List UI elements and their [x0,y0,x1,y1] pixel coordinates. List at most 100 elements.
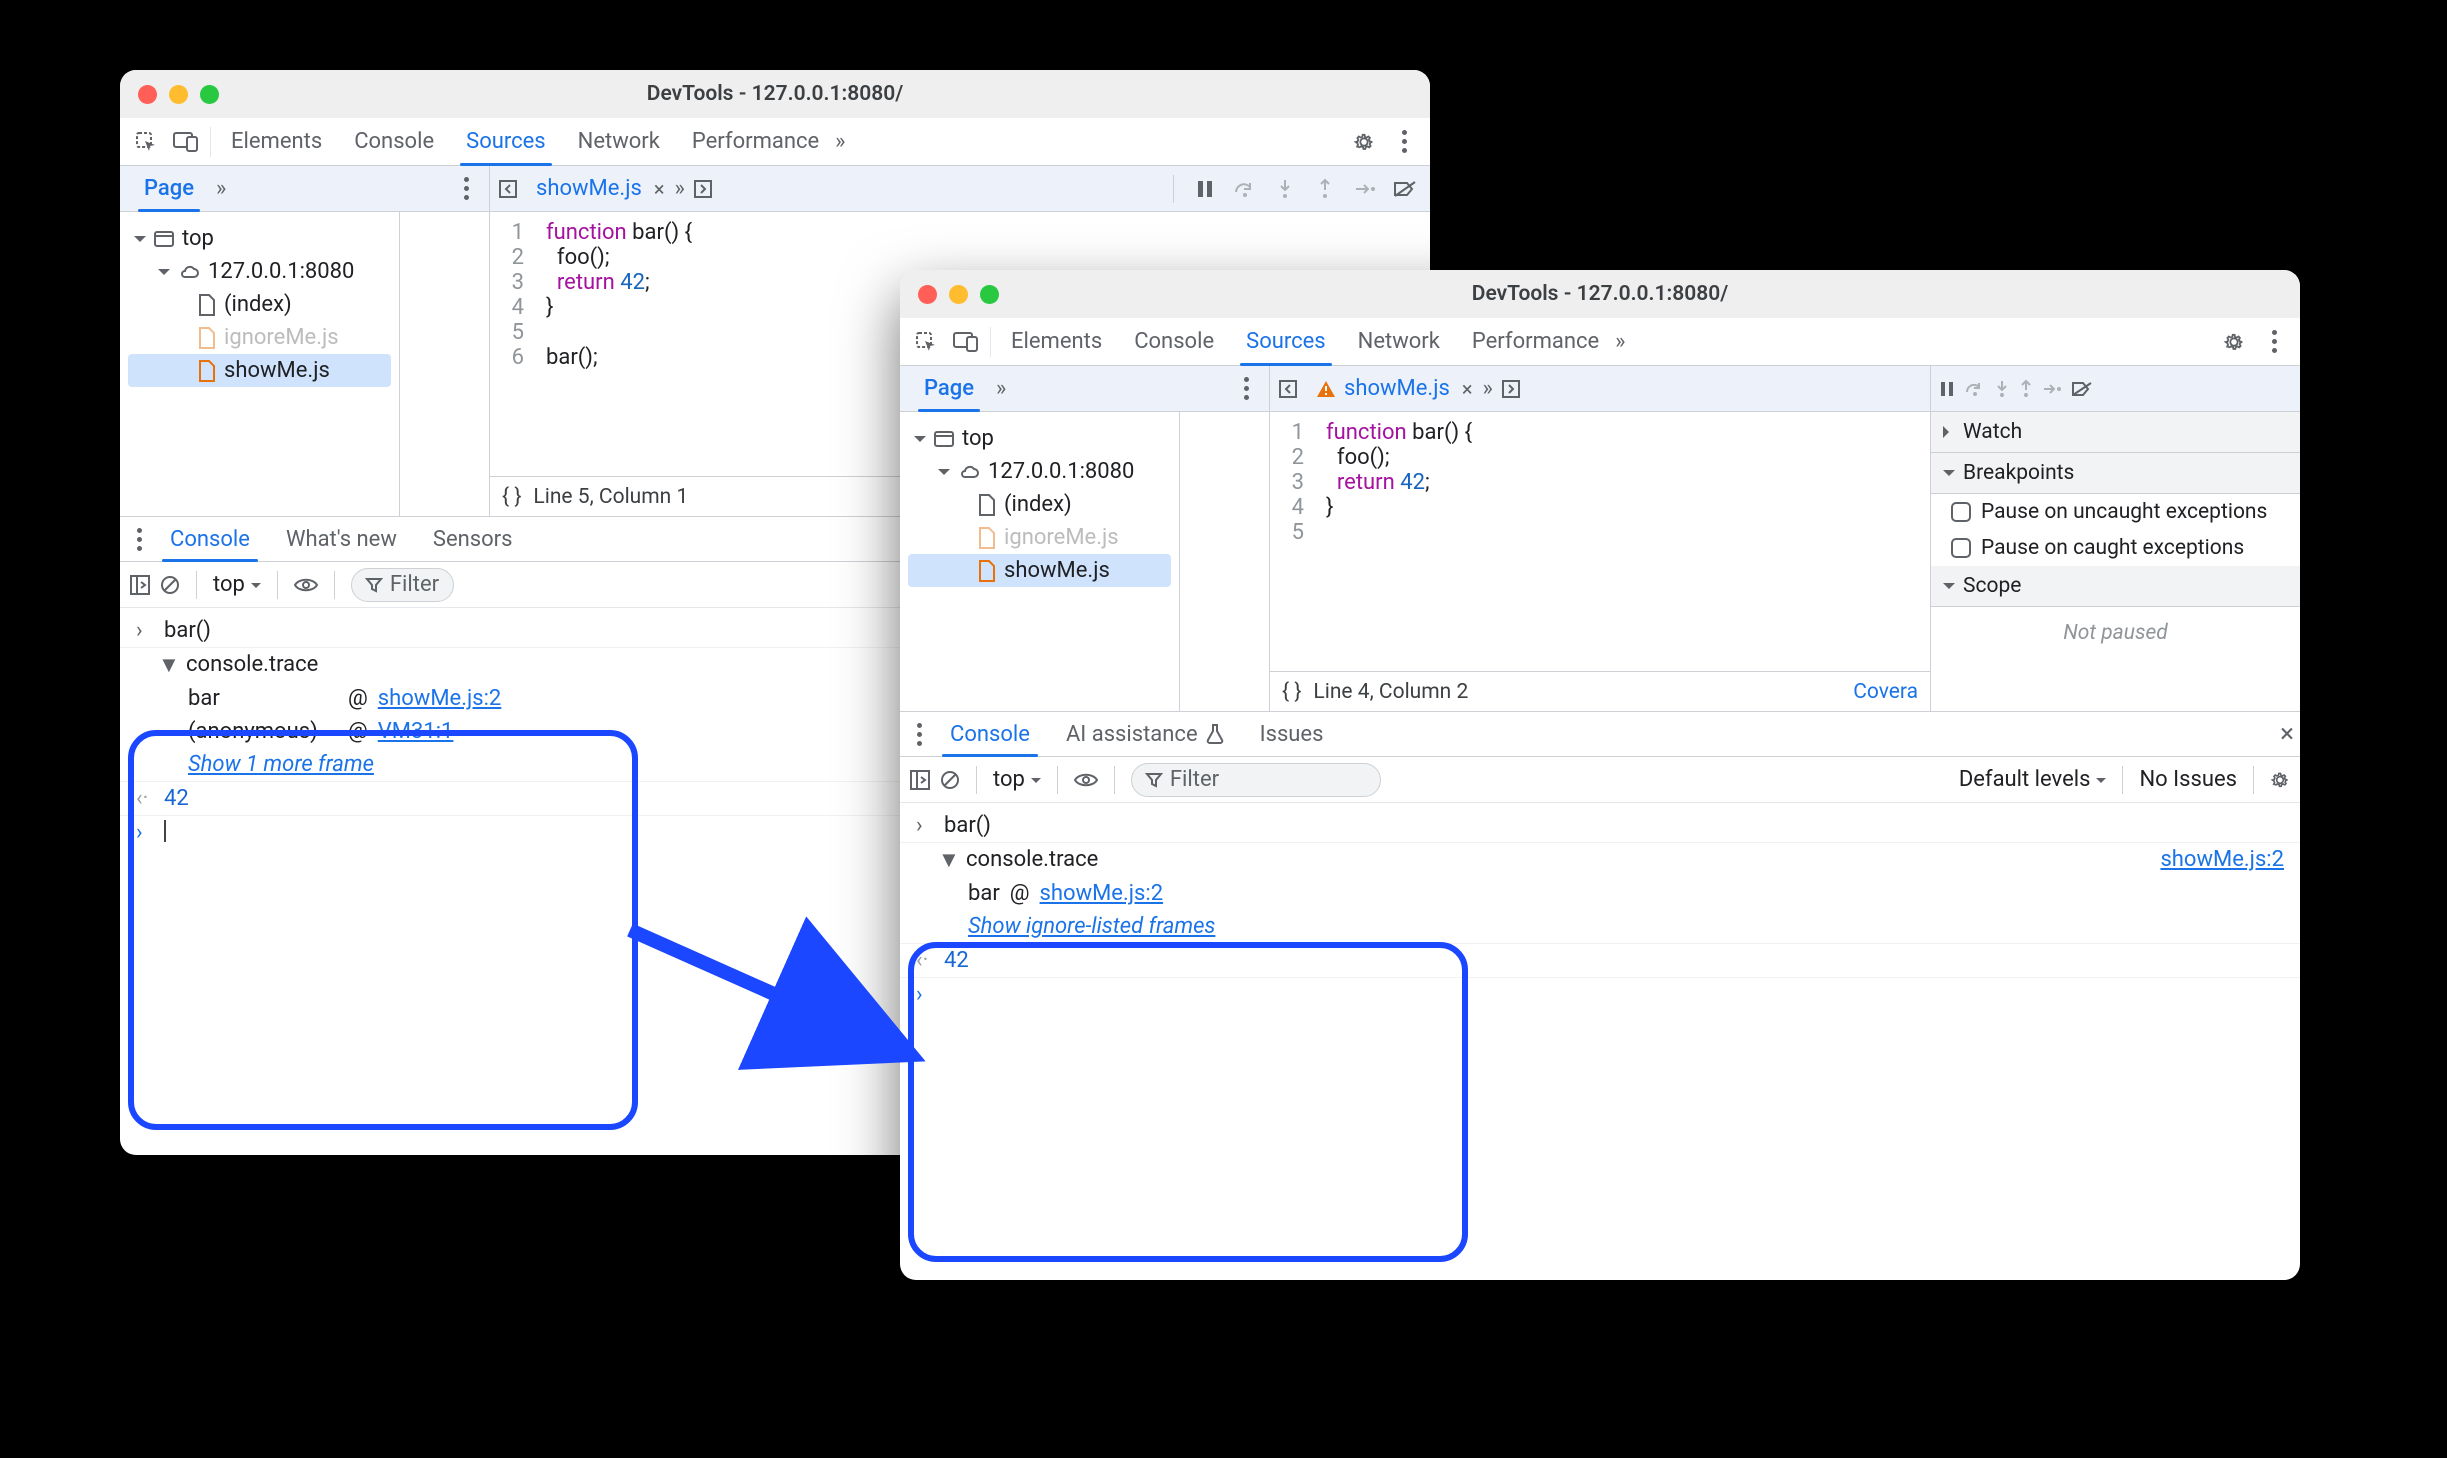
levels-selector[interactable]: Default levels [1959,767,2107,792]
inspect-icon[interactable] [906,322,946,362]
format-icon[interactable]: { } [502,485,521,509]
more-tabs-icon[interactable]: » [835,129,839,154]
filter-input[interactable]: Filter [1131,763,1381,797]
drawer-kebab-icon[interactable] [126,528,152,551]
step-out-icon[interactable] [2019,380,2033,398]
show-ignored-frames[interactable]: Show ignore-listed frames [900,910,2300,944]
kebab-icon[interactable] [1384,122,1424,162]
section-scope[interactable]: Scope [1931,566,2300,607]
live-expression-icon[interactable] [294,577,318,593]
pause-uncaught-checkbox[interactable]: Pause on uncaught exceptions [1931,494,2300,530]
gear-icon[interactable] [1344,122,1384,162]
drawer-tab-console[interactable]: Console [932,712,1048,756]
nav-right-icon[interactable] [685,179,721,199]
tree-top[interactable]: top [128,222,391,255]
step-icon[interactable] [2043,383,2061,395]
tab-sources[interactable]: Sources [450,118,562,165]
close-tab-icon[interactable]: × [654,177,665,201]
tree-host[interactable]: 127.0.0.1:8080 [908,455,1171,488]
live-expression-icon[interactable] [1074,772,1098,788]
frame-location-link[interactable]: VM31:1 [378,719,454,744]
more-subtabs-icon[interactable]: » [216,176,220,201]
tab-elements[interactable]: Elements [215,118,338,165]
console-row[interactable]: ›bar() [900,809,2300,843]
section-breakpoints[interactable]: Breakpoints [1931,453,2300,494]
tree-file-index[interactable]: (index) [128,288,391,321]
context-selector[interactable]: top [213,572,261,597]
file-tree[interactable]: top 127.0.0.1:8080 (index) ignoreMe.js s… [900,412,1180,711]
tab-console[interactable]: Console [1118,318,1230,365]
nav-right-icon[interactable] [1493,379,1529,399]
tree-file-showme[interactable]: showMe.js [128,354,391,387]
more-subtabs-icon[interactable]: » [996,376,1000,401]
console-settings-gear-icon[interactable] [2270,770,2290,790]
pause-caught-checkbox[interactable]: Pause on caught exceptions [1931,530,2300,566]
code-editor[interactable]: 12345 function bar() { foo(); return 42;… [1270,412,1930,671]
issues-label[interactable]: No Issues [2139,767,2237,792]
tab-network[interactable]: Network [1342,318,1456,365]
filter-input[interactable]: Filter [351,568,454,602]
gear-icon[interactable] [2214,322,2254,362]
deactivate-bp-icon[interactable] [1390,174,1420,204]
inspect-icon[interactable] [126,122,166,162]
console-prompt[interactable]: › [900,978,2300,1011]
file-tree[interactable]: top 127.0.0.1:8080 (index) ignoreMe.js s… [120,212,400,516]
close-icon[interactable] [918,285,937,304]
zoom-icon[interactable] [980,285,999,304]
console-sidebar-icon[interactable] [910,770,930,790]
drawer-tab-issues[interactable]: Issues [1242,712,1342,756]
drawer-tab-sensors[interactable]: Sensors [415,517,531,561]
tree-file-showme[interactable]: showMe.js [908,554,1171,587]
close-tab-icon[interactable]: × [1462,377,1473,401]
drawer-tab-console[interactable]: Console [152,517,268,561]
step-over-icon[interactable] [1230,174,1260,204]
pause-icon[interactable] [1939,381,1955,397]
tab-performance[interactable]: Performance [1456,318,1615,365]
tab-console[interactable]: Console [338,118,450,165]
format-icon[interactable]: { } [1282,680,1301,704]
tab-elements[interactable]: Elements [995,318,1118,365]
step-into-icon[interactable] [1270,174,1300,204]
subtab-kebab-icon[interactable] [1233,377,1259,400]
drawer-kebab-icon[interactable] [906,723,932,746]
drawer-tab-ai[interactable]: AI assistance [1048,712,1242,756]
deactivate-bp-icon[interactable] [2071,381,2093,397]
nav-left-icon[interactable] [490,179,526,199]
frame-location-link[interactable]: showMe.js:2 [1040,881,1164,906]
minimize-icon[interactable] [169,85,188,104]
trace-source-link[interactable]: showMe.js:2 [2160,847,2284,872]
tab-network[interactable]: Network [562,118,676,165]
subtab-kebab-icon[interactable] [453,177,479,200]
context-selector[interactable]: top [993,767,1041,792]
drawer-close-icon[interactable]: × [2280,719,2294,749]
tree-file-index[interactable]: (index) [908,488,1171,521]
more-file-tabs-icon[interactable]: » [675,176,679,201]
more-tabs-icon[interactable]: » [1615,329,1619,354]
section-watch[interactable]: Watch [1931,412,2300,453]
subtab-page[interactable]: Page [130,166,208,211]
more-file-tabs-icon[interactable]: » [1483,376,1487,401]
minimize-icon[interactable] [949,285,968,304]
tab-sources[interactable]: Sources [1230,318,1342,365]
tree-host[interactable]: 127.0.0.1:8080 [128,255,391,288]
nav-left-icon[interactable] [1270,379,1306,399]
tree-file-ignore[interactable]: ignoreMe.js [128,321,391,354]
drawer-tab-whatsnew[interactable]: What's new [268,517,415,561]
stack-frame[interactable]: bar @ showMe.js:2 [900,877,2300,910]
step-over-icon[interactable] [1965,381,1985,397]
device-toggle-icon[interactable] [946,322,986,362]
step-out-icon[interactable] [1310,174,1340,204]
step-into-icon[interactable] [1995,380,2009,398]
console-row[interactable]: ▼ console.trace showMe.js:2 [900,843,2300,877]
file-tab[interactable]: showMe.js × [1306,366,1483,411]
clear-console-icon[interactable] [160,575,180,595]
close-icon[interactable] [138,85,157,104]
zoom-icon[interactable] [200,85,219,104]
console-sidebar-icon[interactable] [130,575,150,595]
pause-icon[interactable] [1190,174,1220,204]
tree-file-ignore[interactable]: ignoreMe.js [908,521,1171,554]
clear-console-icon[interactable] [940,770,960,790]
tab-performance[interactable]: Performance [676,118,835,165]
device-toggle-icon[interactable] [166,122,206,162]
coverage-link[interactable]: Covera [1853,680,1918,704]
